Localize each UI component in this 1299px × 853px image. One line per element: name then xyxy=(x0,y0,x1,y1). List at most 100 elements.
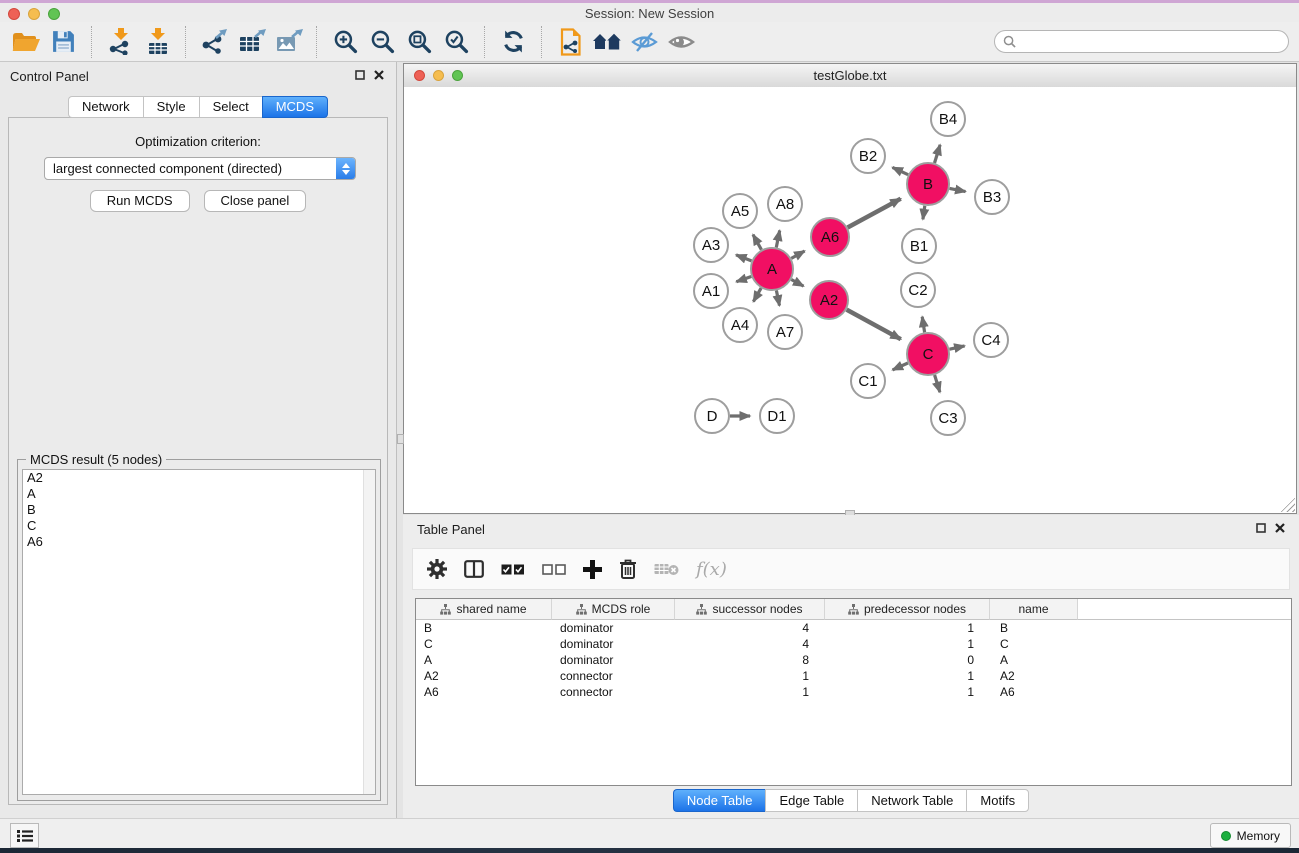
zoom-fit-button[interactable] xyxy=(401,24,438,60)
float-panel-icon[interactable] xyxy=(355,70,365,80)
table-cell[interactable]: connector xyxy=(552,668,675,684)
show-column-panel-button[interactable] xyxy=(464,556,484,582)
open-session-button[interactable] xyxy=(8,24,45,60)
search-input[interactable] xyxy=(1021,32,1288,52)
table-cell[interactable]: 1 xyxy=(825,636,990,652)
table-cell[interactable]: 1 xyxy=(825,668,990,684)
show-task-history-button[interactable] xyxy=(10,823,39,848)
table-settings-button[interactable] xyxy=(427,556,447,582)
table-row[interactable]: A6connector11A6 xyxy=(416,684,1291,700)
table-cell[interactable]: dominator xyxy=(552,620,675,636)
network-canvas[interactable]: AA1A2A3A4A5A6A7A8BB1B2B3B4CC1C2C3C4DD1 xyxy=(404,87,1296,513)
tab-network-table[interactable]: Network Table xyxy=(857,789,966,812)
table-cell[interactable]: 8 xyxy=(675,652,825,668)
close-panel-icon[interactable] xyxy=(1275,523,1285,533)
memory-button[interactable]: Memory xyxy=(1210,823,1291,848)
search-field[interactable] xyxy=(994,30,1289,53)
home-button[interactable] xyxy=(589,24,626,60)
table-cell[interactable]: C xyxy=(990,636,1078,652)
table-cell[interactable]: 4 xyxy=(675,620,825,636)
mcds-tab-content: Optimization criterion: largest connecte… xyxy=(8,117,388,805)
network-graph[interactable]: AA1A2A3A4A5A6A7A8BB1B2B3B4CC1C2C3C4DD1 xyxy=(404,87,1296,513)
hide-selected-button[interactable] xyxy=(626,24,663,60)
table-cell[interactable]: B xyxy=(416,620,552,636)
tab-node-table[interactable]: Node Table xyxy=(673,789,766,812)
memory-label: Memory xyxy=(1237,829,1280,843)
mcds-result-list[interactable]: A2ABCA6 xyxy=(22,469,376,795)
column-header-shared-name[interactable]: shared name xyxy=(416,599,552,620)
close-panel-icon[interactable] xyxy=(374,70,384,80)
open-session-file-button[interactable] xyxy=(552,24,589,60)
table-row[interactable]: A2connector11A2 xyxy=(416,668,1291,684)
delete-column-button[interactable] xyxy=(619,556,637,582)
table-row[interactable]: Adominator80A xyxy=(416,652,1291,668)
column-header-name[interactable]: name xyxy=(990,599,1078,620)
save-session-button[interactable] xyxy=(45,24,82,60)
column-header-successor-nodes[interactable]: successor nodes xyxy=(675,599,825,620)
toolbar-separator xyxy=(484,26,486,58)
export-image-button[interactable] xyxy=(270,24,307,60)
main-area: Control Panel Network Style Select MCDS … xyxy=(0,62,1299,818)
export-network-button[interactable] xyxy=(196,24,233,60)
run-mcds-button[interactable]: Run MCDS xyxy=(90,190,190,212)
table-cell[interactable]: 1 xyxy=(825,620,990,636)
network-window-titlebar[interactable]: testGlobe.txt xyxy=(404,64,1296,88)
destroy-table-button[interactable] xyxy=(654,556,679,582)
tree-sort-icon xyxy=(848,604,859,615)
tab-motifs[interactable]: Motifs xyxy=(966,789,1029,812)
mcds-result-item[interactable]: A2 xyxy=(23,470,375,486)
tab-style[interactable]: Style xyxy=(143,96,199,118)
split-handle-vertical[interactable] xyxy=(397,434,404,444)
deselect-all-button[interactable] xyxy=(542,556,566,582)
mcds-result-item[interactable]: C xyxy=(23,518,375,534)
tab-network[interactable]: Network xyxy=(68,96,143,118)
function-builder-button[interactable]: f(x) xyxy=(696,556,727,582)
table-cell[interactable]: 0 xyxy=(825,652,990,668)
select-all-icon xyxy=(501,564,525,575)
table-cell[interactable]: 1 xyxy=(675,684,825,700)
export-table-button[interactable] xyxy=(233,24,270,60)
close-panel-button[interactable]: Close panel xyxy=(204,190,307,212)
tab-mcds[interactable]: MCDS xyxy=(262,96,328,118)
table-cell[interactable]: A2 xyxy=(990,668,1078,684)
import-network-button[interactable] xyxy=(102,24,139,60)
add-column-button[interactable] xyxy=(583,556,602,582)
table-cell[interactable]: dominator xyxy=(552,636,675,652)
table-cell[interactable]: A xyxy=(416,652,552,668)
import-table-button[interactable] xyxy=(139,24,176,60)
table-cell[interactable]: 1 xyxy=(675,668,825,684)
mcds-result-item[interactable]: A6 xyxy=(23,534,375,550)
table-cell[interactable]: A2 xyxy=(416,668,552,684)
mcds-result-item[interactable]: A xyxy=(23,486,375,502)
zoom-out-button[interactable] xyxy=(364,24,401,60)
table-row[interactable]: Cdominator41C xyxy=(416,636,1291,652)
optimization-criterion-select[interactable]: largest connected component (directed) xyxy=(44,157,356,180)
tab-select[interactable]: Select xyxy=(199,96,262,118)
mcds-result-item[interactable]: B xyxy=(23,502,375,518)
table-cell[interactable]: dominator xyxy=(552,652,675,668)
table-cell[interactable]: B xyxy=(990,620,1078,636)
tab-edge-table[interactable]: Edge Table xyxy=(765,789,857,812)
table-cell[interactable]: A6 xyxy=(416,684,552,700)
zoom-in-button[interactable] xyxy=(327,24,364,60)
graph-edge-A2-C xyxy=(847,310,901,340)
graph-edge-A6-B xyxy=(848,199,901,228)
refresh-button[interactable] xyxy=(495,24,532,60)
row-filler xyxy=(1078,620,1291,636)
float-panel-icon[interactable] xyxy=(1256,523,1266,533)
table-cell[interactable]: 1 xyxy=(825,684,990,700)
table-row[interactable]: Bdominator41B xyxy=(416,620,1291,636)
table-cell[interactable]: 4 xyxy=(675,636,825,652)
table-cell[interactable]: connector xyxy=(552,684,675,700)
scrollbar-track[interactable] xyxy=(363,470,375,794)
table-cell[interactable]: C xyxy=(416,636,552,652)
column-header-MCDS-role[interactable]: MCDS role xyxy=(552,599,675,620)
zoom-selected-button[interactable] xyxy=(438,24,475,60)
table-cell[interactable]: A6 xyxy=(990,684,1078,700)
table-cell[interactable]: A xyxy=(990,652,1078,668)
show-hidden-button[interactable] xyxy=(663,24,700,60)
app-titlebar: Session: New Session xyxy=(0,0,1299,22)
select-all-button[interactable] xyxy=(501,556,525,582)
export-network-icon xyxy=(201,29,228,55)
column-header-predecessor-nodes[interactable]: predecessor nodes xyxy=(825,599,990,620)
